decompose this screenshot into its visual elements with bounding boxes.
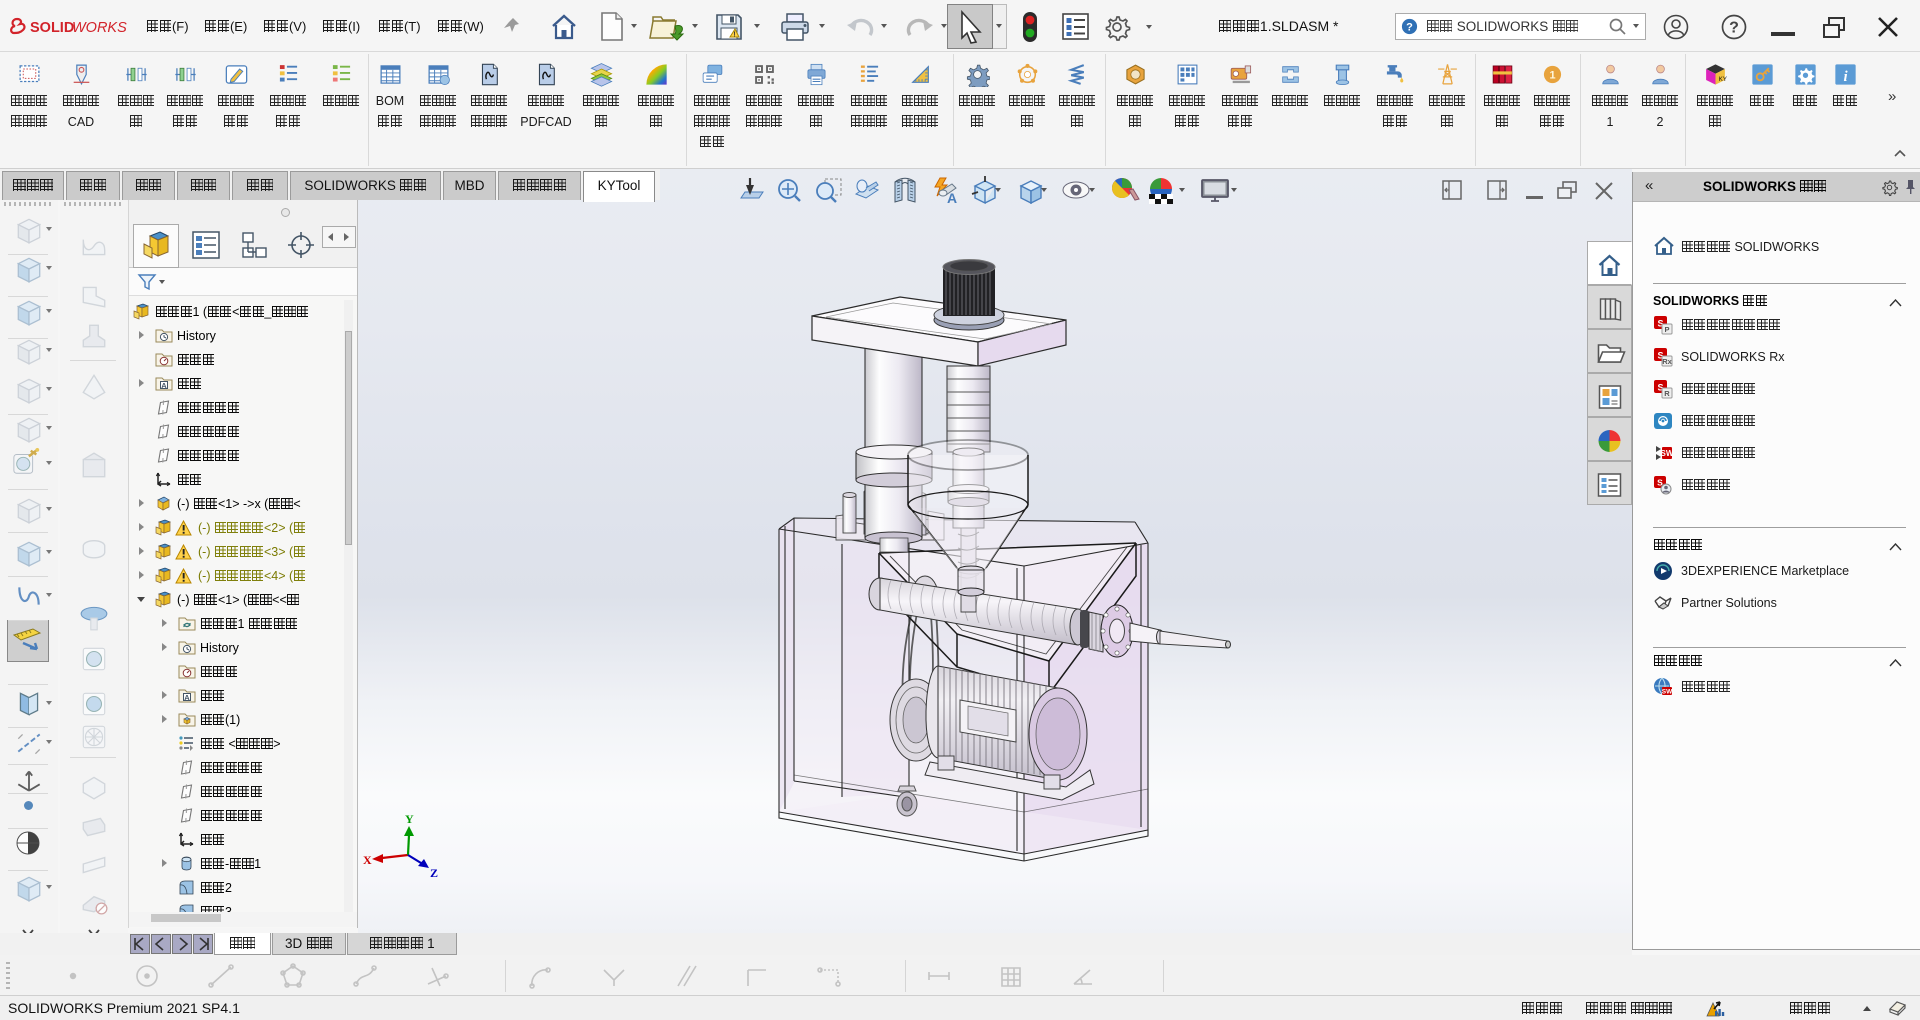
svg-text:!: ! [733, 32, 735, 39]
svg-text:Y: Y [405, 812, 414, 826]
svg-text:P: P [1664, 325, 1669, 334]
svg-text:WORKS: WORKS [72, 20, 127, 36]
svg-text:X: X [363, 853, 372, 867]
svg-text:SOLID: SOLID [30, 20, 74, 36]
svg-text:Rx: Rx [1662, 357, 1672, 366]
svg-text:SW: SW [1661, 449, 1673, 458]
svg-text:Z: Z [430, 866, 438, 880]
svg-text:R: R [1664, 389, 1670, 398]
svg-text:A: A [161, 381, 167, 390]
svg-text:SW: SW [1662, 689, 1673, 696]
svg-text:A: A [184, 693, 190, 702]
svg-text:?: ? [1406, 22, 1413, 34]
svg-text:KY: KY [1718, 76, 1727, 83]
svg-text:?: ? [1729, 20, 1739, 37]
svg-text:1: 1 [1549, 69, 1555, 81]
